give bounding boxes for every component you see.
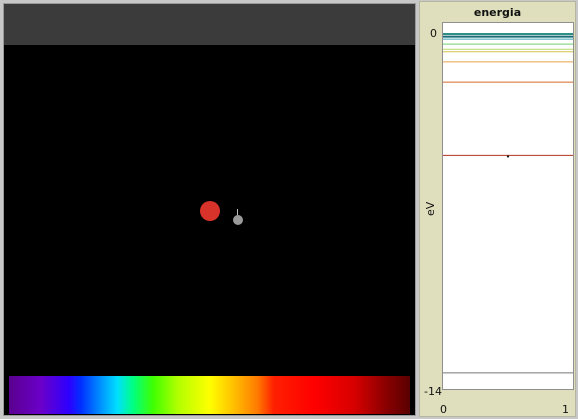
x-tick-right: 1: [562, 403, 569, 416]
y-tick-top: 0: [430, 27, 437, 40]
energy-plot-panel: energia eV 0 -14 0 1: [419, 1, 576, 417]
nucleus: [200, 201, 220, 221]
energy-levels-svg: [443, 33, 573, 374]
electron: [233, 215, 243, 225]
y-tick-bottom: -14: [424, 385, 442, 398]
x-tick-left: 0: [440, 403, 447, 416]
plot-area: [442, 22, 574, 390]
y-axis-label: eV: [424, 201, 437, 216]
simulation-view[interactable]: [3, 3, 416, 416]
current-energy-marker: [506, 155, 510, 158]
color-spectrum-bar: [9, 376, 410, 414]
view-top-strip: [4, 4, 415, 45]
plot-title: energia: [473, 6, 522, 19]
